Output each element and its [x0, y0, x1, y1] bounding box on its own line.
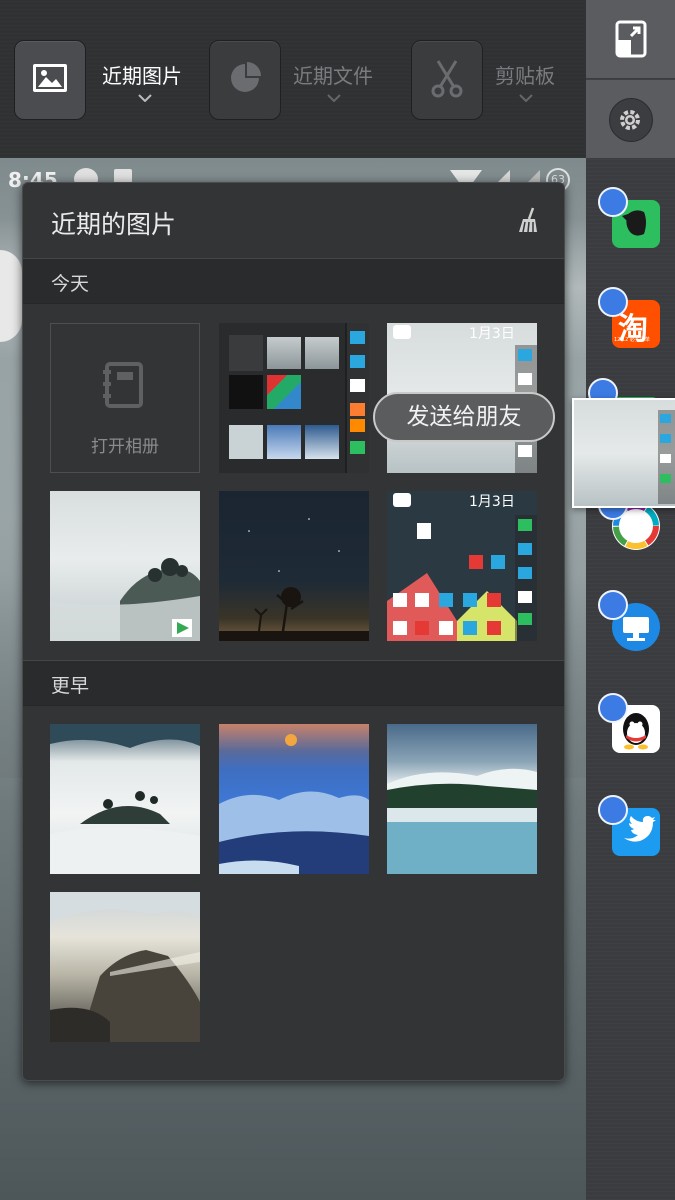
- top-toolbar: 近期图片 近期文件 剪贴板: [0, 0, 586, 158]
- tab-recent-files-button[interactable]: [209, 40, 281, 120]
- share-badge-icon: [598, 795, 628, 825]
- open-album-button[interactable]: 打开相册: [50, 323, 200, 473]
- chevron-down-icon[interactable]: [519, 94, 533, 102]
- tab-recent-files-label[interactable]: 近期文件: [293, 60, 373, 89]
- gear-icon: [620, 110, 640, 130]
- share-badge-icon: [598, 187, 628, 217]
- section-earlier: 更早: [23, 660, 564, 706]
- send-to-friend-tooltip: 发送给朋友: [373, 392, 555, 442]
- section-today: 今天: [23, 258, 564, 304]
- image-icon: [33, 64, 67, 92]
- image-thumbnail[interactable]: [219, 724, 369, 874]
- recent-images-panel: 近期的图片 今天 打开相册 1月3日 1月3日 更早: [22, 182, 565, 1081]
- image-thumbnail[interactable]: [387, 724, 537, 874]
- share-badge-icon: [598, 590, 628, 620]
- taobao-subtext: 12.12 必买清单: [614, 337, 650, 343]
- share-badge-icon: [598, 693, 628, 723]
- broom-clear-icon[interactable]: [517, 207, 539, 233]
- window-resize-button[interactable]: [586, 0, 675, 78]
- google-icon: [393, 325, 411, 339]
- window-resize-icon: [615, 20, 647, 58]
- tab-clipboard-button[interactable]: [411, 40, 483, 120]
- landscape-image: [50, 558, 200, 641]
- sunset-clouds-image: [219, 734, 369, 874]
- lake-forest-image: [387, 768, 537, 874]
- chevron-down-icon[interactable]: [138, 94, 152, 102]
- date-label: 1月3日: [469, 326, 515, 342]
- settings-button[interactable]: [586, 80, 675, 158]
- tab-recent-images-button[interactable]: [14, 40, 86, 120]
- panel-header: 近期的图片: [23, 183, 564, 258]
- open-album-label: 打开相册: [91, 437, 159, 457]
- dragged-image-thumbnail[interactable]: [572, 398, 675, 508]
- share-badge-icon: [598, 287, 628, 317]
- tab-clipboard-label[interactable]: 剪贴板: [495, 60, 555, 89]
- image-thumbnail[interactable]: [50, 724, 200, 874]
- section-earlier-label: 更早: [51, 675, 90, 697]
- scissors-icon: [431, 60, 463, 98]
- chevron-down-icon[interactable]: [327, 94, 341, 102]
- image-thumbnail[interactable]: [219, 491, 369, 641]
- panel-title: 近期的图片: [51, 210, 177, 239]
- image-thumbnail[interactable]: 1月3日: [387, 491, 537, 641]
- night-sky-image: [219, 518, 369, 641]
- image-thumbnail[interactable]: [50, 491, 200, 641]
- image-thumbnail[interactable]: [50, 892, 200, 1042]
- tab-recent-images-label[interactable]: 近期图片: [102, 60, 182, 89]
- cloud-mountain-image: [50, 724, 200, 874]
- album-icon: [103, 362, 143, 408]
- section-today-label: 今天: [51, 273, 90, 295]
- home-screen-image: [387, 515, 537, 641]
- image-thumbnail[interactable]: [219, 323, 369, 473]
- pie-chart-icon: [231, 62, 261, 92]
- mountain-sunrays-image: [50, 892, 200, 1042]
